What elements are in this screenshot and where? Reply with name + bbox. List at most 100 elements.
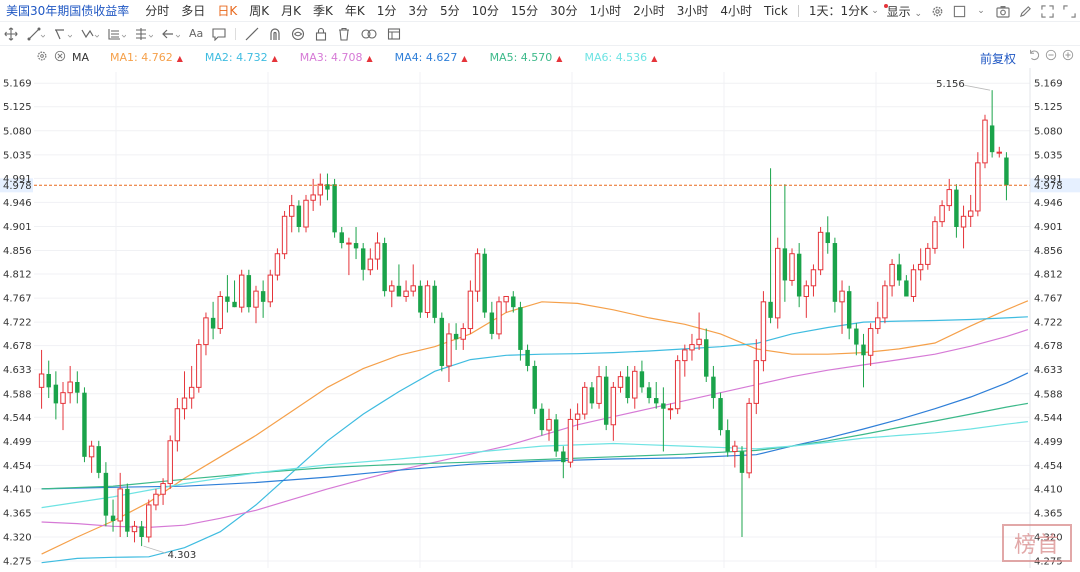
y-tick-label-right: 4.365 (1034, 508, 1063, 519)
close-icon[interactable] (54, 50, 66, 65)
comment-icon[interactable] (212, 26, 226, 42)
watermark-seal: 榜首 (1002, 524, 1072, 562)
candle-body-up (410, 285, 416, 292)
candle-body-up (567, 418, 574, 463)
candle-body-up (160, 483, 166, 495)
tab-4hour[interactable]: 4小时 (714, 2, 758, 19)
candle-body-up (146, 504, 152, 538)
candle-body-down (53, 384, 59, 404)
tab-30min[interactable]: 30分 (544, 2, 583, 19)
y-tick-label-left: 4.588 (3, 389, 32, 400)
candle-body-up (732, 445, 738, 452)
y-tick-label-right: 5.035 (1034, 150, 1063, 161)
tab-3min[interactable]: 3分 (402, 2, 434, 19)
tab-15min[interactable]: 15分 (505, 2, 544, 19)
y-tick-label-left: 4.991 (3, 174, 32, 185)
candle-body-down (539, 408, 545, 431)
ma1-line (41, 300, 1029, 555)
candle-body-down (339, 232, 344, 244)
chevron-down-icon[interactable]: ⌄ (974, 4, 988, 18)
tab-1hour[interactable]: 1小时 (583, 2, 627, 19)
tab-yearly[interactable]: 年K (339, 2, 371, 19)
crosshair-icon[interactable] (4, 26, 18, 42)
candle-body-up (474, 253, 481, 292)
expand-icon[interactable] (1062, 4, 1076, 18)
period-label: 1天：1分K (808, 4, 868, 18)
candle-body-down (332, 184, 337, 233)
zoom-in-icon[interactable] (1062, 49, 1074, 64)
divider (797, 4, 799, 17)
ma5-value: 4.570 (520, 51, 553, 64)
candle-body-down (432, 285, 437, 318)
tab-quarterly[interactable]: 季K (307, 2, 339, 19)
candle-body-down (232, 301, 237, 308)
layers-icon[interactable] (387, 26, 401, 42)
tab-10min[interactable]: 10分 (466, 2, 505, 19)
candle-body-down (225, 296, 230, 302)
eye-icon[interactable] (291, 26, 305, 42)
magnet-icon[interactable] (268, 26, 282, 42)
candle-body-down (82, 392, 87, 457)
pencil-icon[interactable] (1018, 4, 1032, 18)
candle-body-up (932, 221, 938, 249)
ma1-item: MA1: 4.762 ▲ (110, 51, 183, 64)
y-tick-label-left: 5.080 (3, 126, 32, 137)
fib-icon[interactable] (108, 26, 126, 42)
tab-daily[interactable]: 日K (211, 2, 243, 19)
candle-body-down (439, 317, 445, 366)
gear-icon[interactable] (930, 4, 944, 18)
arrow-icon[interactable] (162, 26, 180, 42)
tab-tick[interactable]: Tick (758, 4, 794, 18)
y-tick-label-left: 4.320 (3, 533, 32, 544)
y-tick-label-right: 5.169 (1034, 79, 1063, 90)
candle-body-up (238, 274, 245, 308)
zoom-out-icon[interactable] (1045, 49, 1057, 64)
tab-1min[interactable]: 1分 (371, 2, 403, 19)
candle-body-up (875, 317, 881, 330)
tab-5min[interactable]: 5分 (434, 2, 466, 19)
candle-body-up (889, 263, 895, 287)
candle-body-up (546, 418, 552, 431)
candle-body-down (382, 243, 387, 292)
tab-weekly[interactable]: 周K (243, 2, 275, 19)
up-arrow-icon: ▲ (271, 54, 278, 63)
layout-icon[interactable] (952, 4, 966, 18)
delete-icon[interactable] (337, 26, 351, 42)
tab-monthly[interactable]: 月K (275, 2, 307, 19)
tab-intraday[interactable]: 分时 (139, 2, 175, 19)
y-tick-label-left: 4.678 (3, 341, 32, 352)
lock-icon[interactable] (314, 26, 328, 42)
ray-icon[interactable] (54, 26, 72, 42)
period-selector[interactable]: 1天：1分K ⌄ (803, 2, 894, 19)
tab-multi-day[interactable]: 多日 (175, 2, 211, 19)
fullscreen-icon[interactable] (1040, 4, 1054, 18)
polyline-icon[interactable] (81, 26, 99, 42)
undo-icon[interactable] (1028, 49, 1040, 64)
y-tick-label-left: 4.722 (3, 318, 32, 329)
y-tick-label-right: 4.767 (1034, 294, 1063, 305)
tab-3hour[interactable]: 3小时 (671, 2, 715, 19)
tab-2hour[interactable]: 2小时 (627, 2, 671, 19)
link-icon[interactable] (360, 26, 378, 42)
ruler-icon[interactable] (245, 26, 259, 42)
candle-body-down (353, 243, 359, 249)
ma-legend: MA MA1: 4.762 ▲ MA2: 4.732 ▲ MA3: 4.708 ▲ M… (0, 47, 1080, 67)
instrument-title: 美国30年期国债收益率 (6, 4, 130, 18)
camera-icon[interactable] (996, 4, 1010, 18)
candle-body-down (897, 264, 902, 281)
channel-icon[interactable] (135, 26, 153, 42)
candle-body-up (367, 258, 374, 271)
line-icon[interactable] (27, 26, 45, 42)
candle-body-up (174, 408, 181, 442)
price-chart[interactable]: 4.978 4.978 5.156 4.303 5.169 5.169 5.125 5.1… (0, 68, 1080, 572)
text-icon[interactable]: Aa (189, 26, 203, 42)
candle-body-down (75, 382, 80, 393)
candle-body-down (654, 398, 659, 404)
adjust-mode-button[interactable]: 前复权 (980, 50, 1016, 67)
candle-body-up (746, 402, 752, 474)
candle-body-down (125, 488, 130, 532)
candle-body-up (303, 199, 309, 228)
gear-icon[interactable] (36, 50, 48, 65)
candle-body-down (661, 403, 666, 409)
display-menu[interactable]: 显示 ⌄ (887, 3, 922, 20)
